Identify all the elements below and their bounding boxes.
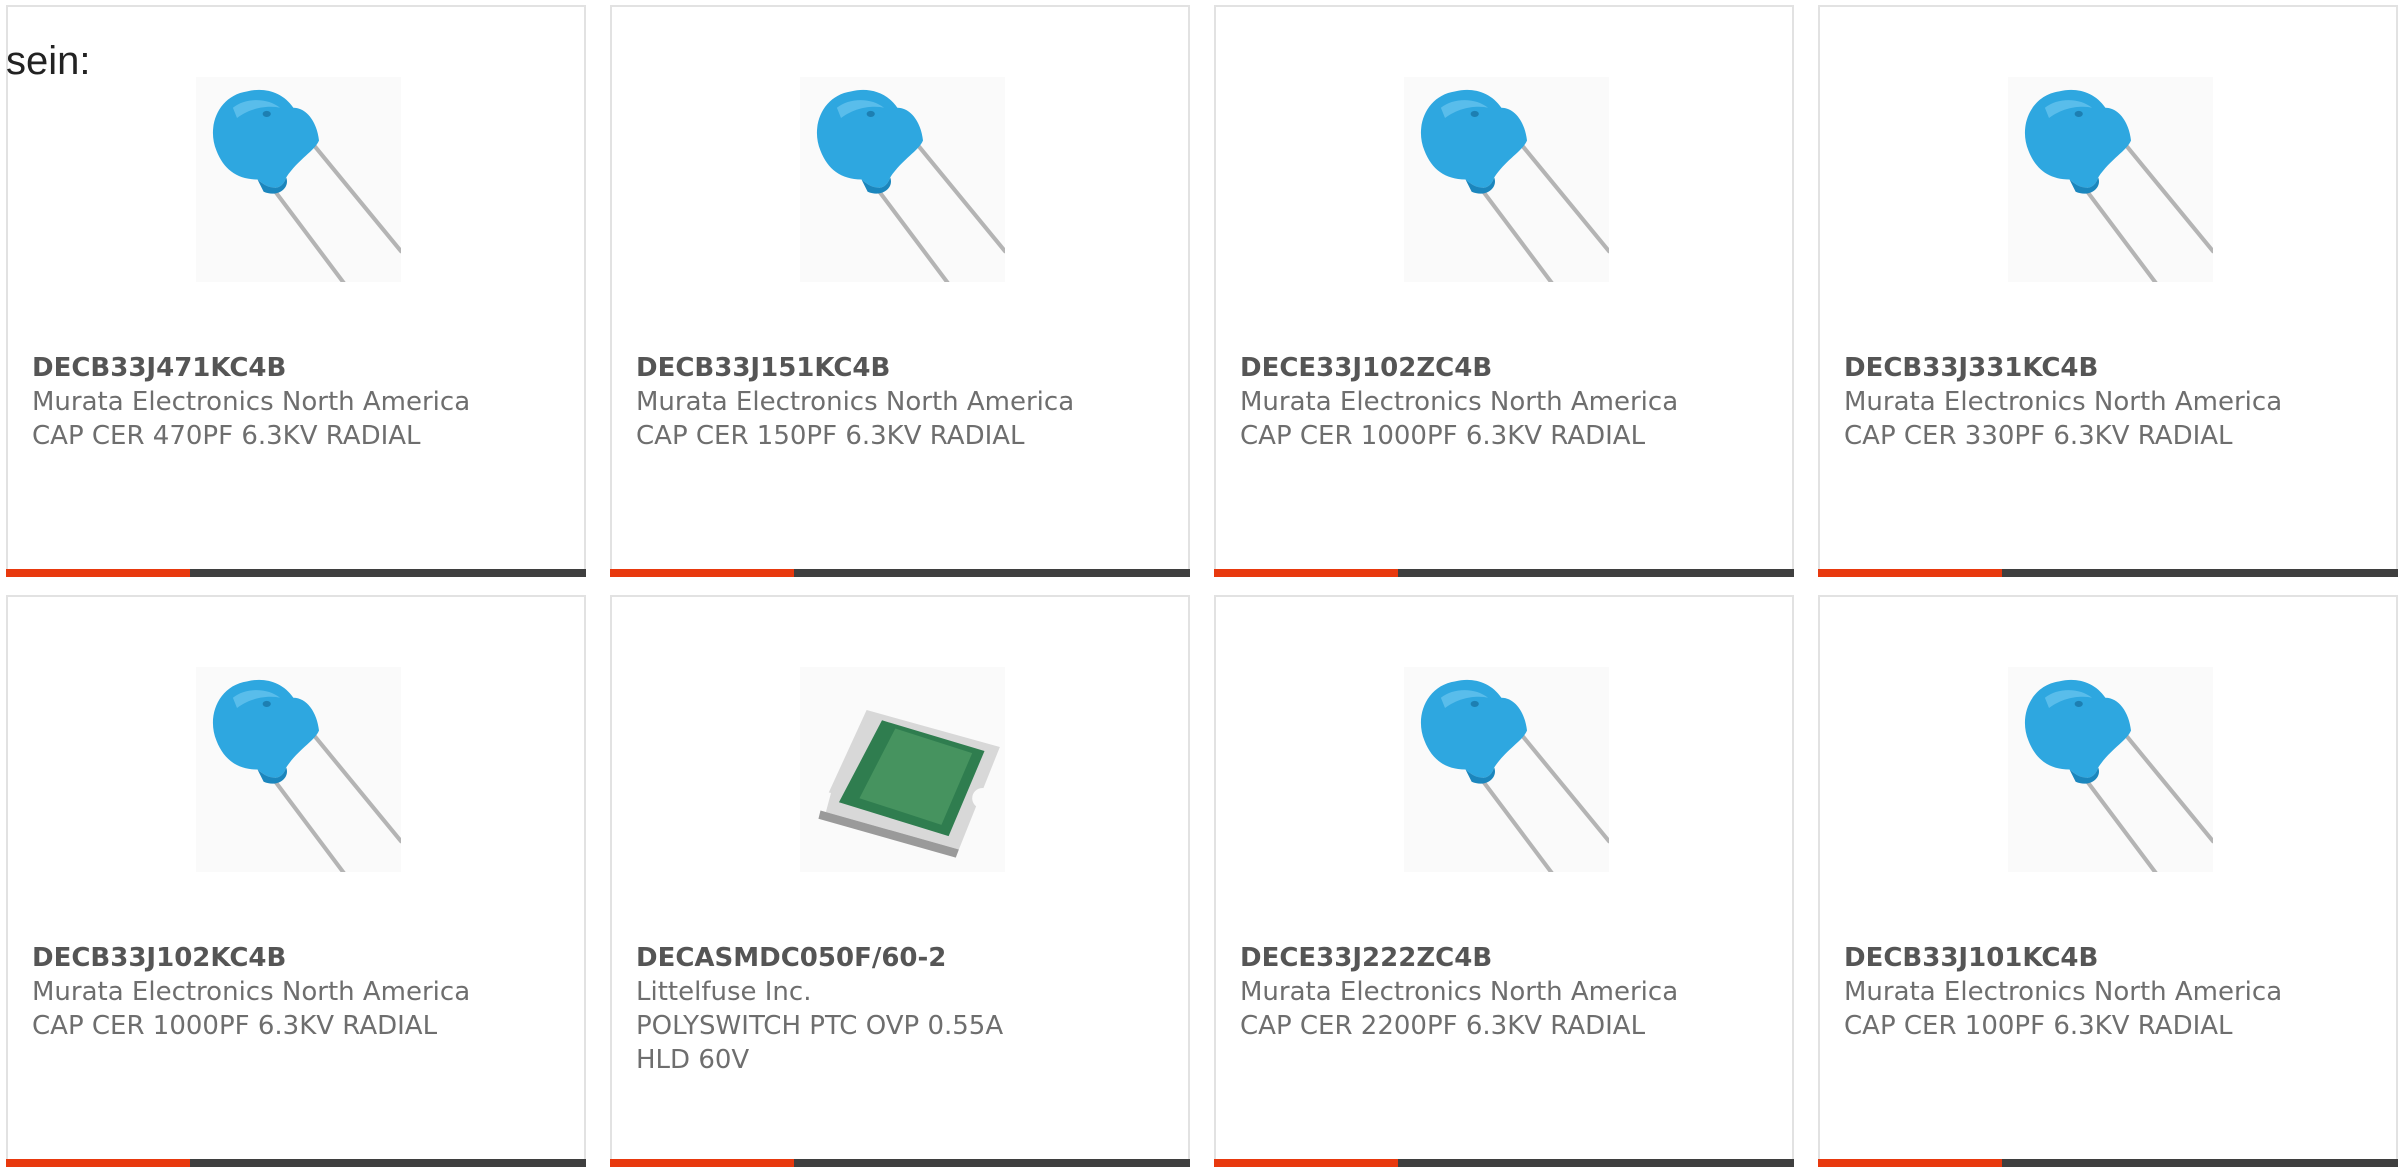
manufacturer: Murata Electronics North America: [1844, 387, 2283, 417]
smd-ptc-fuse-icon: [800, 667, 1005, 872]
product-card[interactable]: DECB33J102KC4B Murata Electronics North …: [6, 595, 586, 1167]
description: CAP CER 2200PF 6.3KV RADIAL: [1240, 1011, 1646, 1041]
part-number[interactable]: DECB33J102KC4B: [32, 941, 564, 975]
card-accent-bar: [610, 1159, 794, 1167]
card-bottom-bar: [1214, 1159, 1794, 1167]
card-accent-bar: [1818, 1159, 2002, 1167]
card-bottom-bar: [610, 569, 1190, 577]
ceramic-disc-capacitor-icon: [196, 667, 401, 872]
card-accent-bar: [6, 1159, 190, 1167]
product-card[interactable]: DECE33J222ZC4B Murata Electronics North …: [1214, 595, 1794, 1167]
description: POLYSWITCH PTC OVP 0.55A HLD 60V: [636, 1011, 1004, 1075]
intro-text: sein:: [6, 39, 91, 83]
card-bottom-bar: [6, 569, 586, 577]
card-accent-bar: [1214, 1159, 1398, 1167]
manufacturer: Murata Electronics North America: [1844, 977, 2283, 1007]
manufacturer: Murata Electronics North America: [636, 387, 1075, 417]
part-number[interactable]: DECB33J151KC4B: [636, 351, 1168, 385]
product-card[interactable]: DECB33J101KC4B Murata Electronics North …: [1818, 595, 2398, 1167]
product-card[interactable]: DECASMDC050F/60-2 Littelfuse Inc. POLYSW…: [610, 595, 1190, 1167]
product-card[interactable]: DECE33J102ZC4B Murata Electronics North …: [1214, 5, 1794, 577]
ceramic-disc-capacitor-icon: [2008, 77, 2213, 282]
ceramic-disc-capacitor-icon: [1404, 667, 1609, 872]
card-accent-bar: [1818, 569, 2002, 577]
description: CAP CER 100PF 6.3KV RADIAL: [1844, 1011, 2233, 1041]
card-bottom-bar: [610, 1159, 1190, 1167]
manufacturer: Murata Electronics North America: [32, 977, 471, 1007]
description: CAP CER 150PF 6.3KV RADIAL: [636, 421, 1025, 451]
card-accent-bar: [1214, 569, 1398, 577]
part-number[interactable]: DECE33J222ZC4B: [1240, 941, 1772, 975]
card-bottom-bar: [6, 1159, 586, 1167]
part-number[interactable]: DECB33J331KC4B: [1844, 351, 2376, 385]
card-bottom-bar: [1818, 569, 2398, 577]
part-number[interactable]: DECB33J101KC4B: [1844, 941, 2376, 975]
manufacturer: Murata Electronics North America: [1240, 977, 1679, 1007]
product-card[interactable]: DECB33J151KC4B Murata Electronics North …: [610, 5, 1190, 577]
product-card[interactable]: DECB33J471KC4B Murata Electronics North …: [6, 5, 586, 577]
card-accent-bar: [610, 569, 794, 577]
part-number[interactable]: DECB33J471KC4B: [32, 351, 564, 385]
manufacturer: Littelfuse Inc.: [636, 977, 812, 1007]
description: CAP CER 1000PF 6.3KV RADIAL: [32, 1011, 438, 1041]
manufacturer: Murata Electronics North America: [32, 387, 471, 417]
description: CAP CER 1000PF 6.3KV RADIAL: [1240, 421, 1646, 451]
product-card[interactable]: DECB33J331KC4B Murata Electronics North …: [1818, 5, 2398, 577]
card-accent-bar: [6, 569, 190, 577]
part-number[interactable]: DECASMDC050F/60-2: [636, 941, 1168, 975]
part-number[interactable]: DECE33J102ZC4B: [1240, 351, 1772, 385]
card-bottom-bar: [1818, 1159, 2398, 1167]
ceramic-disc-capacitor-icon: [196, 77, 401, 282]
ceramic-disc-capacitor-icon: [1404, 77, 1609, 282]
ceramic-disc-capacitor-icon: [2008, 667, 2213, 872]
card-bottom-bar: [1214, 569, 1794, 577]
description: CAP CER 330PF 6.3KV RADIAL: [1844, 421, 2233, 451]
manufacturer: Murata Electronics North America: [1240, 387, 1679, 417]
description: CAP CER 470PF 6.3KV RADIAL: [32, 421, 421, 451]
ceramic-disc-capacitor-icon: [800, 77, 1005, 282]
